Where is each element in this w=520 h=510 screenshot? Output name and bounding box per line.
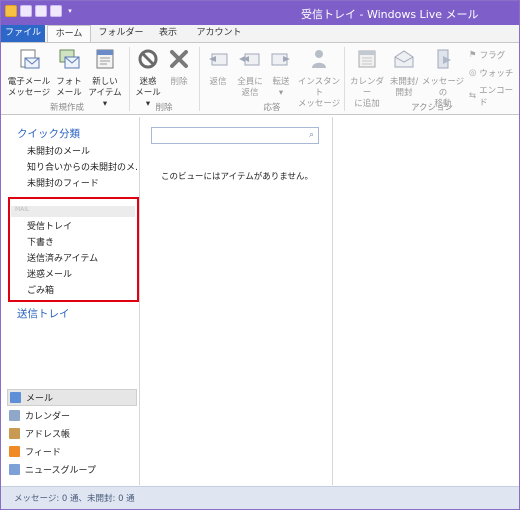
- save-icon[interactable]: [20, 5, 32, 17]
- tab-folder[interactable]: フォルダー: [97, 25, 145, 42]
- module-mail-label: メール: [26, 394, 54, 404]
- ribbon-separator: [129, 47, 130, 111]
- group-delete-label: 削除: [155, 103, 173, 113]
- delete-button[interactable]: 削除: [165, 47, 193, 88]
- app-window: ▾ 受信トレイ - Windows Live メール ファイル ホーム フォルダ…: [0, 0, 520, 510]
- forward-icon: [271, 53, 290, 66]
- group-actions-label: アクション: [410, 103, 454, 113]
- folder-outbox[interactable]: 送信トレイ: [17, 306, 70, 321]
- send-receive-icon[interactable]: [35, 5, 47, 17]
- module-contacts[interactable]: アドレス帳: [7, 425, 137, 442]
- new-items-icon: [96, 49, 114, 69]
- instant-message-icon: [312, 50, 326, 68]
- new-email-label-1: 電子メール: [7, 77, 51, 87]
- customize-qat-button[interactable]: ▾: [65, 5, 75, 17]
- calendar-icon: [358, 50, 376, 68]
- ribbon-separator: [199, 47, 200, 111]
- title-bar: ▾ 受信トレイ - Windows Live メール: [1, 1, 519, 25]
- unread-read-button[interactable]: 未開封/ 開封: [387, 47, 421, 99]
- tab-home[interactable]: ホーム: [47, 25, 91, 42]
- flag-icon: ⚑: [469, 50, 477, 60]
- reply-button[interactable]: 返信: [203, 47, 233, 88]
- module-feeds-label: フィード: [25, 448, 61, 458]
- empty-list-message: このビューにはアイテムがありません。: [161, 172, 313, 182]
- photo-email-label-2: メール: [56, 88, 82, 98]
- reply-icon: [209, 53, 228, 66]
- status-text: メッセージ: 0 通、未開封: 0 通: [14, 494, 135, 504]
- watch-button[interactable]: ◎ ウォッチ: [469, 67, 513, 79]
- message-list: ⌕ このビューにはアイテムがありません。: [141, 117, 333, 485]
- delete-label: 削除: [170, 77, 188, 87]
- new-item-icon[interactable]: [50, 5, 62, 17]
- mail-icon: [10, 392, 21, 403]
- module-newsgroups-label: ニュースグループ: [25, 466, 97, 476]
- photo-email-label-1: フォト: [56, 77, 82, 87]
- module-mail[interactable]: メール: [7, 389, 137, 406]
- status-bar: メッセージ: 0 通、未開封: 0 通: [1, 486, 519, 509]
- move-message-icon: [437, 49, 451, 69]
- reply-all-label-2: 返信: [241, 88, 259, 98]
- module-contacts-label: アドレス帳: [25, 430, 71, 440]
- flag-button[interactable]: ⚑ フラグ: [469, 49, 505, 61]
- module-feeds[interactable]: フィード: [7, 443, 137, 460]
- reply-label: 返信: [209, 77, 227, 87]
- folder-pane: クイック分類 未開封のメール 知り合いからの未開封のメ… 未開封のフィード MA…: [1, 117, 140, 485]
- unread-read-icon: [394, 50, 414, 68]
- search-box[interactable]: ⌕: [151, 127, 319, 144]
- quick-access-toolbar: ▾: [5, 5, 75, 17]
- flag-label: フラグ: [479, 51, 506, 61]
- watch-icon: ◎: [469, 68, 477, 78]
- new-items-label-1: 新しい: [92, 77, 118, 87]
- tab-view[interactable]: 表示: [153, 25, 183, 42]
- reading-pane: [334, 117, 519, 485]
- window-title: 受信トレイ - Windows Live メール: [301, 8, 479, 21]
- photo-email-icon: [59, 49, 80, 69]
- calendar-label-1: カレンダー: [349, 77, 384, 98]
- watch-label: ウォッチ: [479, 69, 514, 79]
- module-newsgroups[interactable]: ニュースグループ: [7, 461, 137, 478]
- search-icon[interactable]: ⌕: [309, 130, 314, 140]
- instant-message-label-1: インスタント: [297, 77, 341, 98]
- reply-all-label-1: 全員に: [237, 77, 263, 87]
- new-email-label-2: メッセージ: [7, 88, 51, 98]
- junk-label-1: 迷惑: [139, 77, 157, 87]
- reply-all-button[interactable]: 全員に 返信: [235, 47, 265, 99]
- tab-file[interactable]: ファイル: [1, 25, 45, 42]
- newsgroup-icon: [9, 464, 20, 475]
- app-menu-icon[interactable]: [5, 5, 17, 17]
- unread-label-1: 未開封/: [389, 77, 419, 87]
- forward-caret: ▾: [278, 88, 284, 98]
- photo-email-button[interactable]: フォト メール: [55, 47, 83, 99]
- ribbon-tabs: ファイル ホーム フォルダー 表示 アカウント: [1, 25, 519, 42]
- contacts-icon: [9, 428, 20, 439]
- junk-icon: [138, 49, 158, 69]
- ribbon: 電子メール メッセージ フォト メール 新しい アイテム ▾ 新規作成 迷惑 メ…: [1, 42, 519, 115]
- email-message-icon: [20, 49, 40, 69]
- group-respond-label: 応答: [263, 103, 281, 113]
- forward-label: 転送: [272, 77, 290, 87]
- quick-view-unread-feeds[interactable]: 未開封のフィード: [27, 176, 137, 189]
- quick-view-unread-contacts[interactable]: 知り合いからの未開封のメ…: [27, 160, 137, 173]
- quick-views-heading[interactable]: クイック分類: [17, 126, 80, 141]
- new-email-button[interactable]: 電子メール メッセージ: [7, 47, 51, 99]
- module-calendar[interactable]: カレンダー: [7, 407, 137, 424]
- calendar-icon: [9, 410, 20, 421]
- encode-icon: ⇆: [469, 91, 477, 101]
- module-calendar-label: カレンダー: [25, 412, 71, 422]
- unread-label-2: 開封: [395, 88, 413, 98]
- forward-button[interactable]: 転送 ▾: [267, 47, 295, 99]
- group-new-label: 新規作成: [49, 103, 84, 113]
- tab-account[interactable]: アカウント: [193, 25, 245, 42]
- rss-feed-icon: [9, 446, 20, 457]
- delete-icon: [170, 50, 188, 68]
- ribbon-separator: [344, 47, 345, 111]
- highlight-box: [8, 197, 139, 302]
- quick-view-unread-email[interactable]: 未開封のメール: [27, 144, 137, 157]
- reply-all-icon: [239, 53, 260, 66]
- move-label-1: メッセージの: [421, 77, 465, 98]
